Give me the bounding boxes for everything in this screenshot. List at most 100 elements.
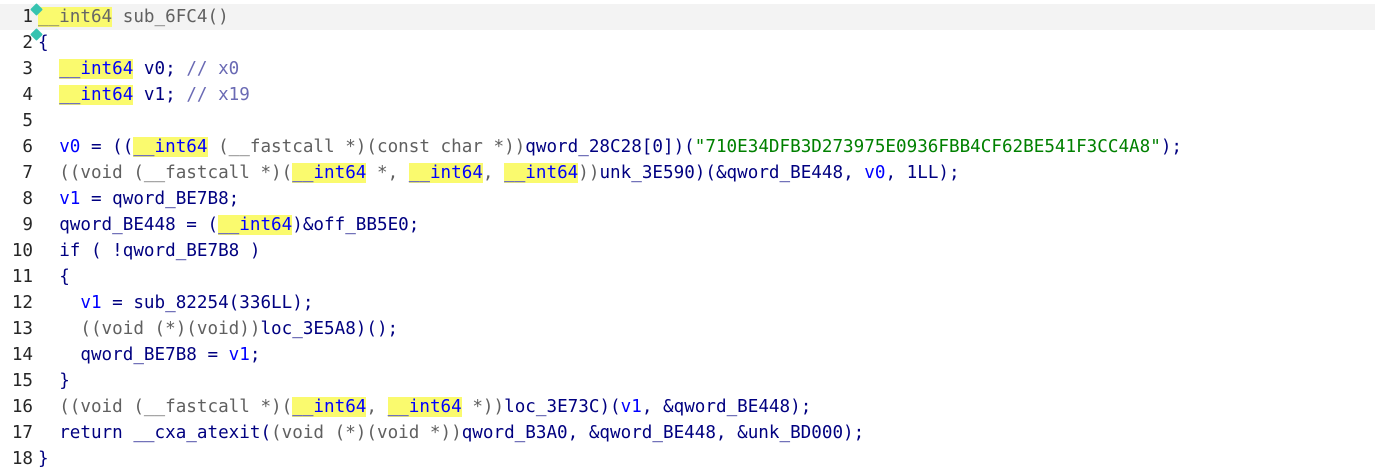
type-token[interactable]: __int64 bbox=[218, 215, 293, 235]
code-text[interactable]: __int64 v1; // x19 bbox=[38, 82, 250, 108]
code-token[interactable]: (void (*)(void *)) bbox=[271, 423, 462, 443]
code-token[interactable]: v1 bbox=[621, 397, 642, 417]
code-token[interactable]: ((void (*)(void)) bbox=[80, 319, 260, 339]
code-text[interactable]: v0 = ((__int64 (__fastcall *)(const char… bbox=[38, 134, 1182, 160]
code-line[interactable]: 11 { bbox=[0, 264, 1375, 290]
type-token[interactable]: __int64 bbox=[292, 397, 367, 417]
code-text[interactable]: qword_BE7B8 = v1; bbox=[38, 342, 260, 368]
code-line[interactable]: 18} bbox=[0, 446, 1375, 472]
code-token[interactable]: = (( bbox=[80, 137, 133, 157]
code-text[interactable]: ((void (__fastcall *)(__int64, __int64 *… bbox=[38, 394, 811, 420]
code-token[interactable]: loc_3E73C)( bbox=[504, 397, 621, 417]
code-text[interactable]: return __cxa_atexit((void (*)(void *))qw… bbox=[38, 420, 864, 446]
code-token[interactable]: ; bbox=[250, 345, 261, 365]
code-token[interactable]: )) bbox=[578, 163, 599, 183]
code-token[interactable]: return __cxa_atexit( bbox=[59, 423, 271, 443]
code-line[interactable]: 9 qword_BE448 = (__int64)&off_BB5E0; bbox=[0, 212, 1375, 238]
code-token[interactable]: ((void (__fastcall *)( bbox=[59, 163, 292, 183]
code-token[interactable] bbox=[38, 189, 59, 209]
code-token[interactable] bbox=[38, 397, 59, 417]
code-token[interactable]: unk_3E590)(&qword_BE448, bbox=[599, 163, 864, 183]
code-token[interactable]: sub_6FC4() bbox=[112, 7, 229, 27]
code-token[interactable]: qword_B3A0, &qword_BE448, &unk_BD000); bbox=[462, 423, 865, 443]
code-token[interactable] bbox=[38, 215, 59, 235]
code-token[interactable]: "710E34DFB3D273975E0936FBB4CF62BE541F3CC… bbox=[695, 137, 1161, 157]
code-token[interactable]: *, bbox=[366, 163, 408, 183]
code-token[interactable]: // x19 bbox=[186, 85, 250, 105]
code-token[interactable]: = qword_BE7B8; bbox=[80, 189, 239, 209]
code-token[interactable]: v0 bbox=[59, 137, 80, 157]
code-token[interactable]: } bbox=[38, 449, 49, 469]
code-token[interactable] bbox=[38, 319, 80, 339]
code-line[interactable]: 10 if ( !qword_BE7B8 ) bbox=[0, 238, 1375, 264]
code-token[interactable]: qword_BE448 = ( bbox=[59, 215, 218, 235]
code-token[interactable]: , bbox=[483, 163, 504, 183]
pseudocode-view[interactable]: 1 __int64 sub_6FC4() 2{3 __int64 v0; // x0… bbox=[0, 0, 1375, 475]
code-token[interactable]: )&off_BB5E0; bbox=[292, 215, 419, 235]
code-text[interactable]: ((void (__fastcall *)(__int64 *, __int64… bbox=[38, 160, 960, 186]
code-line[interactable]: 12 v1 = sub_82254(336LL); bbox=[0, 290, 1375, 316]
code-token[interactable]: } bbox=[59, 371, 70, 391]
type-token[interactable]: __int64 bbox=[133, 137, 208, 157]
code-text[interactable]: { bbox=[38, 264, 70, 290]
code-token[interactable]: , 1LL); bbox=[885, 163, 959, 183]
code-text[interactable]: __int64 v0; // x0 bbox=[38, 56, 239, 82]
code-token[interactable]: v1 bbox=[229, 345, 250, 365]
code-text[interactable]: } bbox=[38, 368, 70, 394]
code-line[interactable]: 15 } bbox=[0, 368, 1375, 394]
code-token[interactable]: v0; bbox=[133, 59, 186, 79]
code-text[interactable]: __int64 sub_6FC4() bbox=[38, 4, 229, 30]
code-token[interactable]: v1; bbox=[133, 85, 186, 105]
code-token[interactable]: *)) bbox=[462, 397, 504, 417]
code-token[interactable] bbox=[38, 85, 59, 105]
code-line[interactable]: 7 ((void (__fastcall *)(__int64 *, __int… bbox=[0, 160, 1375, 186]
code-token[interactable]: ((void (__fastcall *)( bbox=[59, 397, 292, 417]
code-text[interactable]: v1 = qword_BE7B8; bbox=[38, 186, 239, 212]
code-token[interactable]: loc_3E5A8)(); bbox=[260, 319, 398, 339]
code-token[interactable] bbox=[38, 371, 59, 391]
type-token[interactable]: __int64 bbox=[38, 7, 113, 27]
code-token[interactable] bbox=[38, 423, 59, 443]
code-token[interactable]: { bbox=[59, 267, 70, 287]
code-token[interactable] bbox=[38, 137, 59, 157]
code-line[interactable]: 1 __int64 sub_6FC4() bbox=[0, 4, 1375, 30]
code-line[interactable]: 6 v0 = ((__int64 (__fastcall *)(const ch… bbox=[0, 134, 1375, 160]
code-token[interactable]: (__fastcall *)(const char *)) bbox=[208, 137, 525, 157]
code-token[interactable] bbox=[38, 59, 59, 79]
code-token[interactable]: v0 bbox=[864, 163, 885, 183]
code-text[interactable]: qword_BE448 = (__int64)&off_BB5E0; bbox=[38, 212, 419, 238]
type-token[interactable]: __int64 bbox=[59, 85, 134, 105]
code-text[interactable]: v1 = sub_82254(336LL); bbox=[38, 290, 313, 316]
type-token[interactable]: __int64 bbox=[408, 163, 483, 183]
code-line[interactable]: 17 return __cxa_atexit((void (*)(void *)… bbox=[0, 420, 1375, 446]
code-text[interactable]: if ( !qword_BE7B8 ) bbox=[38, 238, 260, 264]
code-line[interactable]: 4 __int64 v1; // x19 bbox=[0, 82, 1375, 108]
code-token[interactable] bbox=[38, 267, 59, 287]
code-line[interactable]: 13 ((void (*)(void))loc_3E5A8)(); bbox=[0, 316, 1375, 342]
code-token[interactable]: qword_BE7B8 = bbox=[80, 345, 228, 365]
code-token[interactable]: v1 bbox=[80, 293, 101, 313]
type-token[interactable]: __int64 bbox=[59, 59, 134, 79]
code-line[interactable]: 2{ bbox=[0, 30, 1375, 56]
code-line[interactable]: 5 bbox=[0, 108, 1375, 134]
code-token[interactable] bbox=[38, 163, 59, 183]
code-line[interactable]: 3 __int64 v0; // x0 bbox=[0, 56, 1375, 82]
type-token[interactable]: __int64 bbox=[292, 163, 367, 183]
code-token[interactable] bbox=[38, 345, 80, 365]
code-token[interactable]: if ( !qword_BE7B8 ) bbox=[59, 241, 260, 261]
code-token[interactable]: ); bbox=[1161, 137, 1182, 157]
code-token[interactable]: = sub_82254(336LL); bbox=[102, 293, 313, 313]
code-token[interactable]: // x0 bbox=[186, 59, 239, 79]
code-token[interactable]: , bbox=[366, 397, 387, 417]
code-line[interactable]: 8 v1 = qword_BE7B8; bbox=[0, 186, 1375, 212]
code-line[interactable]: 14 qword_BE7B8 = v1; bbox=[0, 342, 1375, 368]
code-token[interactable]: v1 bbox=[59, 189, 80, 209]
code-line[interactable]: 16 ((void (__fastcall *)(__int64, __int6… bbox=[0, 394, 1375, 420]
type-token[interactable]: __int64 bbox=[504, 163, 579, 183]
code-token[interactable] bbox=[38, 241, 59, 261]
code-token[interactable]: , &qword_BE448); bbox=[642, 397, 811, 417]
code-text[interactable]: } bbox=[38, 446, 49, 472]
type-token[interactable]: __int64 bbox=[387, 397, 462, 417]
code-token[interactable]: qword_28C28[0])( bbox=[525, 137, 694, 157]
code-text[interactable]: ((void (*)(void))loc_3E5A8)(); bbox=[38, 316, 398, 342]
